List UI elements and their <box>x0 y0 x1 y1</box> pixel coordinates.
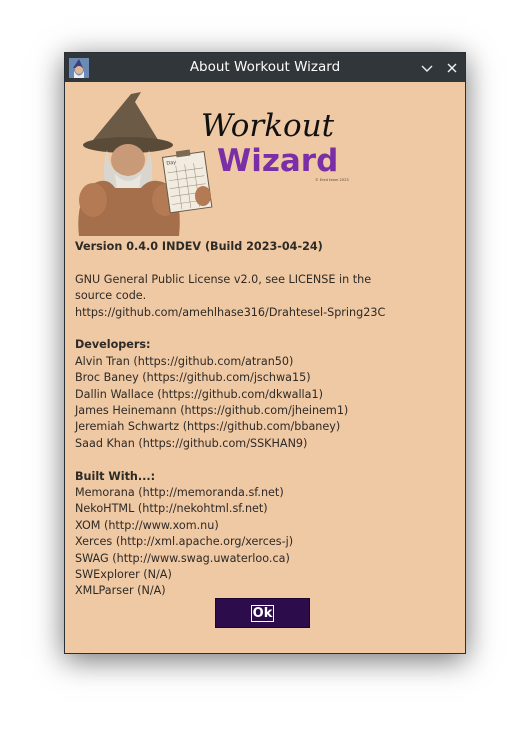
title-bar[interactable]: About Workout Wizard <box>65 53 465 82</box>
developer-item: James Heinemann (https://github.com/jhei… <box>75 404 349 418</box>
repository-link: https://github.com/amehlhase316/Drahtese… <box>75 305 386 319</box>
ok-button[interactable]: Ok <box>215 598 310 628</box>
ok-button-label: Ok <box>250 604 275 622</box>
logo-title-line1: Workout <box>201 108 335 144</box>
developer-item: Alvin Tran (https://github.com/atran50) <box>75 354 294 368</box>
developer-item: Saad Khan (https://github.com/SSKHAN9) <box>75 436 308 450</box>
built-with-item: Xerces (http://xml.apache.org/xerces-j) <box>75 535 294 549</box>
built-with-item: SWExplorer (N/A) <box>75 568 172 582</box>
version-text: Version 0.4.0 INDEV (Build 2023-04-24) <box>75 240 323 253</box>
logo-title-line2: Wizard <box>217 143 338 179</box>
developers-heading: Developers: <box>75 338 151 352</box>
workout-wizard-logo: Day Workout Wizard © Ered team 2023 <box>78 92 349 236</box>
window-title: About Workout Wizard <box>189 59 341 75</box>
minimize-chevron-icon[interactable] <box>417 58 437 78</box>
license-line: source code. <box>75 289 147 303</box>
developer-item: Dallin Wallace (https://github.com/dkwal… <box>75 387 324 401</box>
developer-item: Broc Baney (https://github.com/jschwa15) <box>75 371 311 385</box>
built-with-heading: Built With...: <box>75 469 156 483</box>
built-with-item: NekoHTML (http://nekohtml.sf.net) <box>75 502 268 516</box>
built-with-item: Memorana (http://memoranda.sf.net) <box>75 486 284 500</box>
logo-note: © Ered team 2023 <box>315 178 349 182</box>
built-with-item: SWAG (http://www.swag.uwaterloo.ca) <box>75 551 290 565</box>
close-icon[interactable] <box>442 58 462 78</box>
about-text: Version 0.4.0 INDEV (Build 2023-04-24) G… <box>75 239 455 600</box>
developer-item: Jeremiah Schwartz (https://github.com/bb… <box>75 420 341 434</box>
license-line: GNU General Public License v2.0, see LIC… <box>75 272 372 286</box>
built-with-item: XOM (http://www.xom.nu) <box>75 518 219 532</box>
about-dialog: About Workout Wizard Day Workout Wizard … <box>64 52 466 654</box>
